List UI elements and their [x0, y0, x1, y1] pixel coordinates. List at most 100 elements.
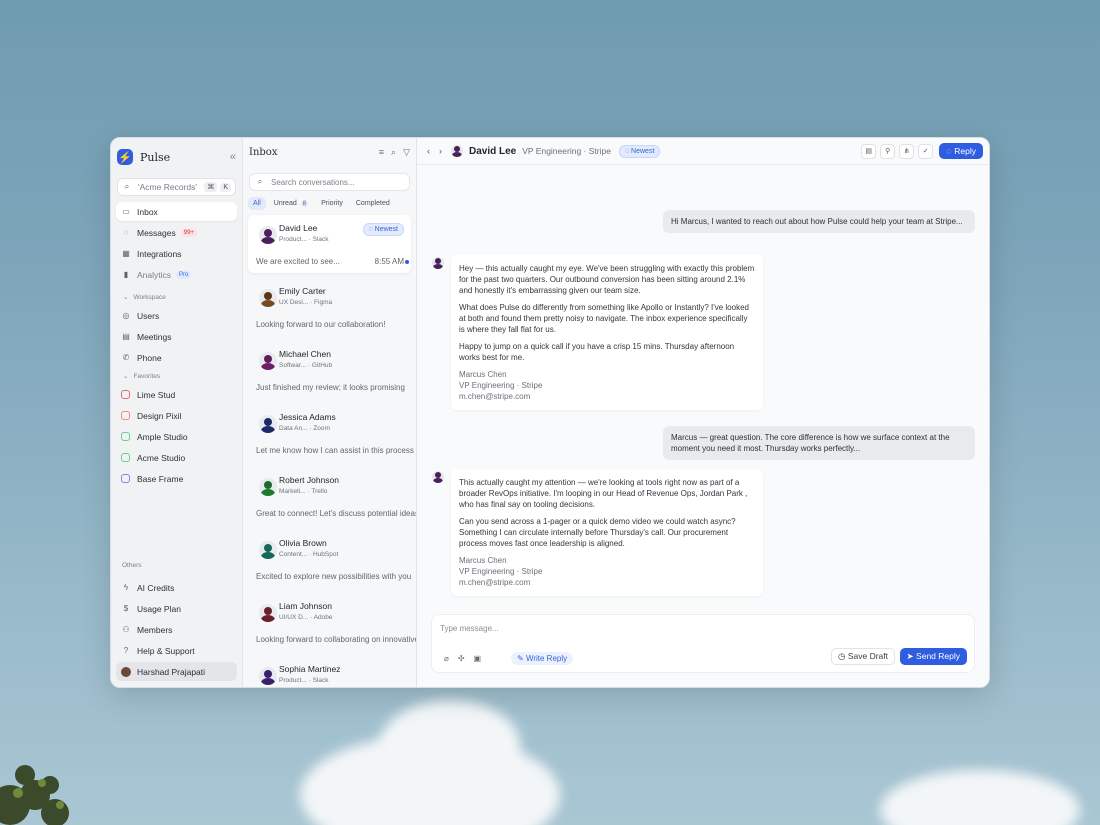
conversation-search-input[interactable]: ⌕ Search conversations... [249, 173, 410, 191]
nav-item-meetings[interactable]: ▤ Meetings [116, 327, 237, 346]
write-reply-button[interactable]: ✎ Write Reply [511, 652, 574, 665]
workspace-color-icon [121, 453, 130, 462]
nav-item-users[interactable]: ◎ Users [116, 306, 237, 325]
filter-all[interactable]: All [248, 197, 266, 210]
tree-foliage [0, 765, 69, 825]
calendar-icon[interactable]: ▤ [861, 143, 877, 159]
nav-label: Integrations [137, 248, 182, 259]
workspace-color-icon [121, 474, 130, 483]
conversation-item[interactable]: Jessica Adams Data An... · Zoom Let me kno… [248, 404, 414, 462]
nav-item-ai-credits[interactable]: ϟ AI Credits [116, 578, 237, 597]
sort-icon[interactable]: ≡ [379, 147, 384, 157]
favorite-design-pixil[interactable]: Design Pixil [116, 406, 237, 425]
nav-label: Phone [137, 352, 162, 363]
grid-icon: ▦ [122, 249, 130, 258]
nav-label: Inbox [137, 206, 158, 217]
double-chevron-left-icon[interactable]: « [230, 151, 236, 163]
conversation-item[interactable]: Emily Carter UX Desi... · Figma Looking fo… [248, 278, 411, 336]
nav-item-usage-plan[interactable]: $ Usage Plan [116, 599, 237, 618]
user-circle-icon: ◎ [122, 311, 130, 320]
conversation-meta: UI/UX D... · Adobe [279, 614, 333, 621]
newest-badge: ◌ Newest [618, 144, 661, 158]
chevron-left-icon[interactable]: ‹ [427, 146, 430, 156]
workspace-color-icon [121, 432, 130, 441]
save-draft-label: Save Draft [847, 651, 888, 661]
newest-badge: ◌ Newest [362, 223, 404, 236]
favorite-lime-stud[interactable]: Lime Stud [116, 385, 237, 404]
conversation-item[interactable]: Sophia Martinez Product... · Slack [248, 656, 411, 687]
send-reply-button[interactable]: ➤ Send Reply [899, 648, 967, 665]
nav-item-analytics[interactable]: ▮ Analytics Pro [116, 265, 237, 284]
favorite-base-frame[interactable]: Base Frame [116, 469, 237, 488]
avatar [432, 471, 444, 483]
favorites-section-toggle[interactable]: ⌄ Favorites [111, 369, 242, 383]
conversation-meta: Data An... · Zoom [279, 425, 330, 432]
message-paragraph: This actually caught my attention — we'r… [459, 478, 748, 509]
avatar [259, 415, 277, 433]
conversation-name: Liam Johnson [279, 601, 332, 611]
conversation-meta: Softwar... · GitHub [279, 362, 333, 369]
inbox-icon: ▭ [122, 207, 130, 216]
favorite-ample-studio[interactable]: Ample Studio [116, 427, 237, 446]
nav-label: Members [137, 624, 173, 635]
nav-label: Analytics [137, 269, 172, 280]
cloud [880, 770, 1080, 825]
composer-placeholder: Type message... [440, 624, 499, 633]
outgoing-message: Hi Marcus, I wanted to reach out about h… [663, 210, 975, 233]
save-draft-button[interactable]: ◷ Save Draft [831, 648, 895, 665]
message-composer[interactable]: Type message... ⌀ ✣ ▣ ✎ Write Reply ◷ Sa… [431, 614, 975, 673]
avatar [432, 257, 444, 269]
conversation-item[interactable]: Michael Chen Softwar... · GitHub Just fini… [248, 341, 411, 399]
chevron-right-icon[interactable]: › [439, 146, 442, 156]
nav-label: Help & Support [137, 645, 195, 656]
incoming-message: Hey — this actually caught my eye. We've… [451, 255, 763, 410]
user-profile[interactable]: Harshad Prajapati [116, 662, 237, 681]
sidebar-search[interactable]: ⌕ 'Acme Records' ⌘ K [117, 178, 236, 196]
nav-item-integrations[interactable]: ▦ Integrations [116, 244, 237, 263]
filter-completed[interactable]: Completed [351, 197, 395, 210]
workspace-color-icon [121, 390, 130, 399]
kbd-cmd: ⌘ [204, 182, 218, 192]
integration-icon[interactable]: ✣ [458, 654, 465, 663]
conversation-preview: Looking forward to our collaboration! [256, 320, 386, 329]
thread-panel: ‹ › David Lee VP Engineering · Stripe ◌ … [417, 138, 989, 687]
nav-label: AI Credits [137, 582, 175, 593]
conversation-preview: Great to connect! Let's discuss potentia… [256, 509, 417, 518]
conversation-app: Zoom [313, 425, 330, 432]
reply-button[interactable]: ◌ Reply [939, 143, 983, 159]
nav-item-help[interactable]: ? Help & Support [116, 641, 237, 660]
nav-item-phone[interactable]: ✆ Phone [116, 348, 237, 367]
conversation-item[interactable]: Olivia Brown Content... · HubSpot Excited … [248, 530, 411, 588]
share-icon[interactable]: ⋔ [899, 143, 915, 159]
check-circle-icon[interactable]: ✓ [918, 143, 934, 159]
filter-tabs: All Unread 8 Priority Completed [248, 197, 411, 210]
attach-icon[interactable]: ⌀ [444, 654, 449, 663]
sidebar: ⚡ Pulse « ⌕ 'Acme Records' ⌘ K ▭ Inbox ◌ M… [111, 138, 243, 687]
nav-item-members[interactable]: ⚇ Members [116, 620, 237, 639]
nav-label: Meetings [137, 331, 172, 342]
reply-icon: ◌ [946, 146, 952, 156]
workspace-section-toggle[interactable]: ⌄ Workspace [111, 290, 242, 304]
conversation-meta: Product... · Slack [279, 677, 329, 684]
filter-priority[interactable]: Priority [316, 197, 348, 210]
conversation-meta: Product... · Slack [279, 236, 329, 243]
avatar [259, 226, 277, 244]
nav-item-messages[interactable]: ◌ Messages 99+ [116, 223, 237, 242]
conversation-item[interactable]: Robert Johnson Marketi... · Trello Great t… [248, 467, 416, 525]
conversation-item[interactable]: David Lee Product... · Slack We are excite… [248, 215, 411, 273]
user-icon[interactable]: ⚲ [880, 143, 896, 159]
conversation-item[interactable]: Liam Johnson UI/UX D... · Adobe Looking fo… [248, 593, 416, 651]
conversation-meta: UX Desi... · Figma [279, 299, 333, 306]
nav-item-inbox[interactable]: ▭ Inbox [116, 202, 237, 221]
avatar [259, 604, 277, 622]
search-icon[interactable]: ⌕ [391, 147, 396, 158]
thread-header: ‹ › David Lee VP Engineering · Stripe ◌ … [417, 138, 989, 165]
message-paragraph: Hey — this actually caught my eye. We've… [459, 264, 755, 295]
filter-icon[interactable]: ▽ [403, 147, 410, 158]
favorite-acme-studio[interactable]: Acme Studio [116, 448, 237, 467]
magic-wand-icon: ✎ [517, 654, 524, 663]
nav-label: Messages [137, 227, 176, 238]
signature-email: m.chen@stripe.com [459, 392, 531, 401]
image-icon[interactable]: ▣ [474, 654, 482, 663]
filter-unread[interactable]: Unread 8 [269, 197, 313, 210]
